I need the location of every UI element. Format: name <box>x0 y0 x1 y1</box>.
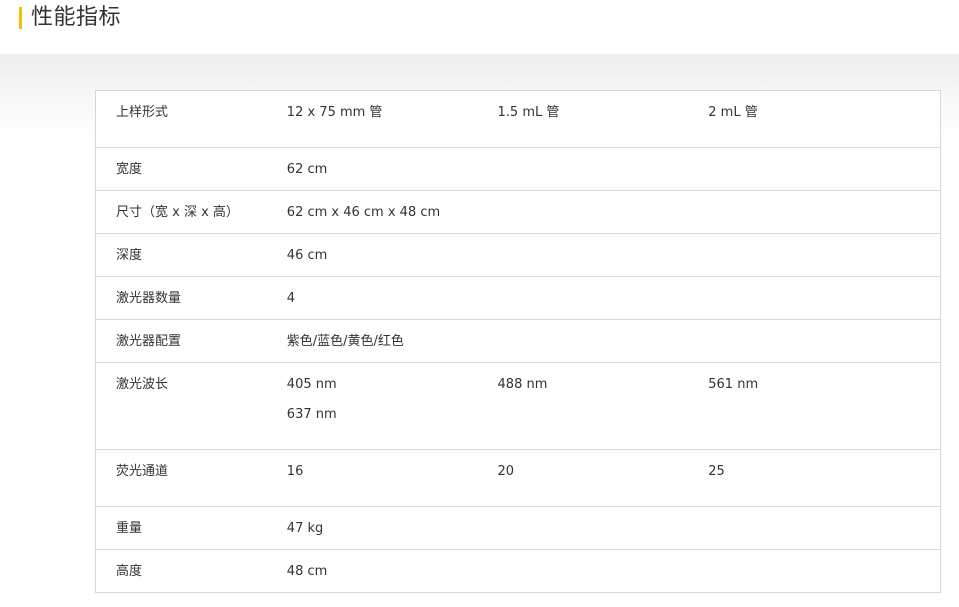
row-value <box>708 147 941 191</box>
row-value: 62 cm <box>286 147 498 191</box>
row-value: 2 mL 管 <box>708 90 941 148</box>
table-row: 激光器数量 4 <box>95 276 941 320</box>
value-line: 637 nm <box>286 407 337 422</box>
row-value <box>708 319 941 363</box>
table-row: 荧光通道 16 20 25 <box>95 449 941 507</box>
row-value <box>497 190 709 234</box>
row-value: 25 <box>708 449 941 507</box>
row-label: 深度 <box>95 233 287 277</box>
row-value <box>708 190 941 234</box>
row-label: 荧光通道 <box>95 449 287 507</box>
row-value: 561 nm <box>708 362 941 450</box>
row-value: 16 <box>286 449 498 507</box>
row-value <box>708 550 940 593</box>
table-row: 重量 47 kg <box>95 506 941 550</box>
table-row: 激光器配置 紫色/蓝色/黄色/红色 <box>95 319 941 363</box>
row-value <box>708 233 941 277</box>
row-label: 宽度 <box>95 147 287 191</box>
row-label: 上样形式 <box>95 90 287 148</box>
row-label: 激光器配置 <box>95 319 287 363</box>
section-header: 性能指标 <box>0 0 959 54</box>
section-title: 性能指标 <box>31 5 122 30</box>
table-row: 深度 46 cm <box>95 233 941 277</box>
row-value <box>708 276 941 320</box>
row-value: 405 nm 637 nm <box>286 362 498 450</box>
table-row: 宽度 62 cm <box>95 147 941 191</box>
row-value: 488 nm <box>497 362 709 450</box>
row-value <box>497 147 709 191</box>
row-value <box>708 506 941 550</box>
table-row: 激光波长 405 nm 637 nm 488 nm 561 nm <box>95 362 941 450</box>
row-value: 4 <box>286 276 498 320</box>
row-value <box>497 506 709 550</box>
row-label: 高度 <box>116 564 143 579</box>
row-label: 尺寸（宽 x 深 x 高） <box>95 190 287 234</box>
value-line: 405 nm <box>286 377 337 392</box>
row-label: 激光器数量 <box>95 276 287 320</box>
row-value: 62 cm x 46 cm x 48 cm <box>286 190 498 234</box>
row-value: 12 x 75 mm 管 <box>286 90 498 148</box>
row-value: 1.5 mL 管 <box>497 90 709 148</box>
table-row: 上样形式 12 x 75 mm 管 1.5 mL 管 2 mL 管 <box>95 90 941 148</box>
row-value: 紫色/蓝色/黄色/红色 <box>286 319 498 363</box>
table-row: 高度 48 cm <box>96 550 941 593</box>
spec-table: 上样形式 12 x 75 mm 管 1.5 mL 管 2 mL 管 宽度 62 … <box>95 90 941 593</box>
row-value <box>497 319 709 363</box>
row-value: 47 kg <box>286 506 498 550</box>
row-value: 20 <box>497 449 709 507</box>
row-value: 46 cm <box>286 233 498 277</box>
row-label: 重量 <box>95 506 287 550</box>
row-value: 48 cm <box>286 564 328 579</box>
table-row: 尺寸（宽 x 深 x 高） 62 cm x 46 cm x 48 cm <box>95 190 941 234</box>
title-accent-bar <box>19 7 22 29</box>
row-value <box>498 550 709 593</box>
row-value <box>497 233 709 277</box>
row-label: 激光波长 <box>95 362 287 450</box>
row-value <box>497 276 709 320</box>
